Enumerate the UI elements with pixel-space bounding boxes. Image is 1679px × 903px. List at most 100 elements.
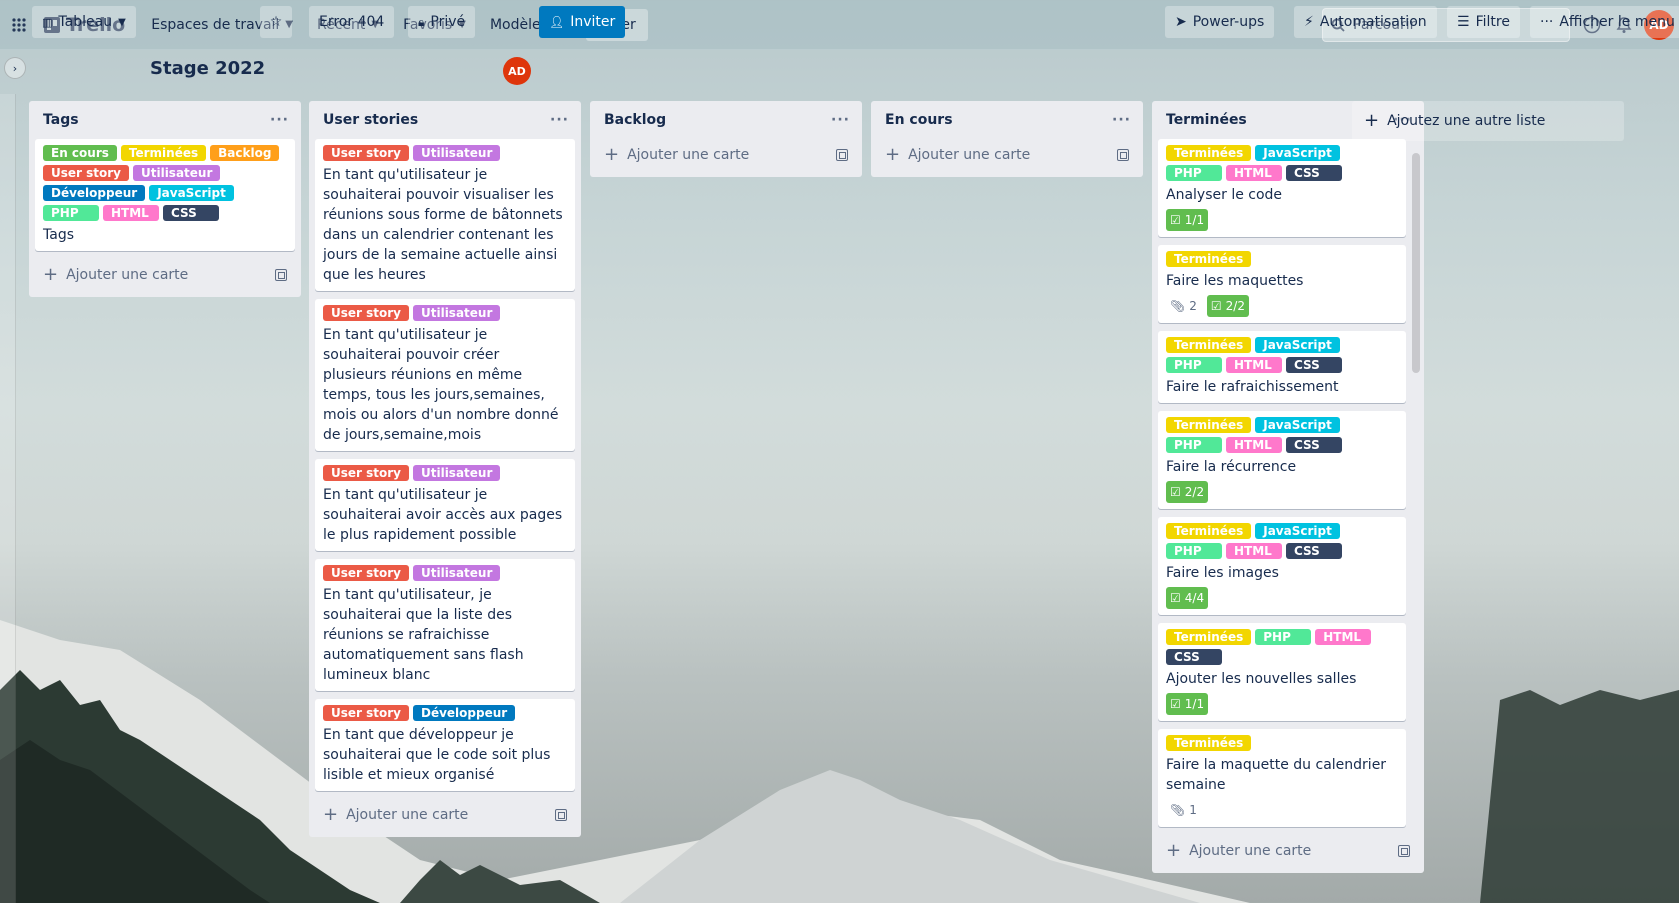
card[interactable]: Terminées Faire la maquette du calendrier… xyxy=(1158,729,1406,827)
list-scrollbar[interactable] xyxy=(1412,153,1420,373)
card-label[interactable]: User story xyxy=(323,465,409,481)
card-template-icon[interactable] xyxy=(275,269,287,281)
card-template-icon[interactable] xyxy=(1117,149,1129,161)
card-label[interactable]: Développeur xyxy=(43,185,146,201)
list-header[interactable]: Tags ··· xyxy=(35,101,295,139)
card[interactable]: Terminées JavaScript PHP HTML CSS Faire le ra… xyxy=(1158,331,1406,403)
list-menu-icon[interactable]: ··· xyxy=(550,112,569,128)
star-icon[interactable]: ☆ xyxy=(260,6,292,38)
list-title[interactable]: Terminées xyxy=(1166,112,1247,128)
add-list-button[interactable]: + Ajoutez une autre liste xyxy=(1352,101,1624,141)
card-label[interactable]: En cours xyxy=(43,145,117,161)
card-label[interactable]: User story xyxy=(323,145,409,161)
add-card-button[interactable]: + Ajouter une carte xyxy=(1158,835,1418,867)
card-label[interactable]: Terminées xyxy=(120,145,207,161)
card-label[interactable]: JavaScript xyxy=(1255,417,1340,433)
card-label[interactable]: Backlog xyxy=(210,145,280,161)
card-label[interactable]: JavaScript xyxy=(1255,145,1340,161)
powerups-button[interactable]: ➤ Power-ups xyxy=(1165,6,1275,38)
show-menu-button[interactable]: ··· Afficher le menu xyxy=(1530,6,1679,38)
list-menu-icon[interactable]: ··· xyxy=(1112,112,1131,128)
card[interactable]: User story Développeur En tant que dévelop… xyxy=(315,699,575,791)
filter-button[interactable]: ☰ Filtre xyxy=(1447,6,1520,38)
card-label[interactable]: CSS xyxy=(1286,357,1342,373)
card-label[interactable]: CSS xyxy=(1286,437,1342,453)
card-label[interactable]: CSS xyxy=(163,205,219,221)
card-label[interactable]: CSS xyxy=(1286,165,1342,181)
card-label[interactable]: PHP xyxy=(1166,165,1222,181)
list-header[interactable]: Backlog ··· xyxy=(596,101,856,139)
card-label[interactable]: User story xyxy=(323,305,409,321)
automation-button[interactable]: ⚡︎ Automatisation xyxy=(1294,6,1437,38)
expand-sidebar-icon[interactable]: › xyxy=(4,57,26,79)
card[interactable]: User story Utilisateur En tant qu'utilisat… xyxy=(315,139,575,291)
card-label[interactable]: PHP xyxy=(1166,543,1222,559)
list-title[interactable]: Backlog xyxy=(604,112,666,128)
card-label[interactable]: PHP xyxy=(43,205,99,221)
card-title: Faire les images xyxy=(1166,565,1279,581)
card-template-icon[interactable] xyxy=(836,149,848,161)
card-label[interactable]: HTML xyxy=(1226,543,1282,559)
card-label[interactable]: HTML xyxy=(103,205,159,221)
card-label[interactable]: Utilisateur xyxy=(412,305,501,321)
card-label[interactable]: User story xyxy=(323,565,409,581)
list-title[interactable]: En cours xyxy=(885,112,953,128)
card-label[interactable]: PHP xyxy=(1255,629,1312,645)
add-card-button[interactable]: + Ajouter une carte xyxy=(877,139,1137,171)
card[interactable]: Terminées PHP HTML CSS Ajouter les nouvelles… xyxy=(1158,623,1406,721)
card-label[interactable]: Terminées xyxy=(1166,337,1252,353)
card-label[interactable]: CSS xyxy=(1166,649,1222,665)
card-label[interactable]: HTML xyxy=(1226,437,1282,453)
member-avatar[interactable]: AD xyxy=(503,57,531,85)
card[interactable]: Terminées JavaScript PHP HTML CSS Analyser le… xyxy=(1158,139,1406,237)
add-card-button[interactable]: + Ajouter une carte xyxy=(596,139,856,171)
card[interactable]: Terminées JavaScript PHP HTML CSS Faire la ré… xyxy=(1158,411,1406,509)
card-label[interactable]: Terminées xyxy=(1166,523,1252,539)
list-header[interactable]: En cours ··· xyxy=(877,101,1137,139)
card-label[interactable]: PHP xyxy=(1166,357,1222,373)
card-label[interactable]: JavaScript xyxy=(149,185,234,201)
list-header[interactable]: User stories ··· xyxy=(315,101,575,139)
card[interactable]: En cours Terminées Backlog User story Utilis… xyxy=(35,139,295,251)
card-label[interactable]: User story xyxy=(43,165,129,181)
add-card-button[interactable]: + Ajouter une carte xyxy=(315,799,575,831)
card-label[interactable]: Terminées xyxy=(1166,417,1252,433)
card-label[interactable]: Utilisateur xyxy=(412,145,501,161)
card-label[interactable]: CSS xyxy=(1286,543,1342,559)
add-card-button[interactable]: + Ajouter une carte xyxy=(35,259,295,291)
filter-icon: ☰ xyxy=(1457,14,1470,30)
visibility-button[interactable]: 🔒︎ Privé xyxy=(408,6,476,38)
invite-button[interactable]: 👤︎ Inviter xyxy=(539,6,626,38)
card-label[interactable]: Utilisateur xyxy=(412,465,501,481)
card-template-icon[interactable] xyxy=(555,809,567,821)
apps-grid-icon[interactable] xyxy=(8,9,30,41)
card-label[interactable]: Terminées xyxy=(1166,735,1252,751)
card-label[interactable]: PHP xyxy=(1166,437,1222,453)
card-label[interactable]: HTML xyxy=(1226,357,1282,373)
list-menu-icon[interactable]: ··· xyxy=(831,112,850,128)
card-label[interactable]: HTML xyxy=(1315,629,1372,645)
card[interactable]: User story Utilisateur En tant qu'utilisat… xyxy=(315,459,575,551)
card[interactable]: Terminées JavaScript PHP HTML CSS Faire les i… xyxy=(1158,517,1406,615)
workspace-button[interactable]: Error 404 xyxy=(309,6,395,38)
card-label[interactable]: JavaScript xyxy=(1255,523,1340,539)
card-label[interactable]: HTML xyxy=(1226,165,1282,181)
card-label[interactable]: Terminées xyxy=(1166,251,1252,267)
card[interactable]: Terminées Faire les maquettes 📎︎ 2 ☑ 2/2 xyxy=(1158,245,1406,323)
board-view-switcher[interactable]: ▥ Tableau ▼ xyxy=(32,6,136,38)
card-label[interactable]: Développeur xyxy=(412,705,516,721)
card-label[interactable]: Terminées xyxy=(1166,145,1252,161)
card-template-icon[interactable] xyxy=(1398,845,1410,857)
attachment-badge: 📎︎ 2 xyxy=(1166,295,1201,317)
card-label[interactable]: Terminées xyxy=(1166,629,1252,645)
card-label[interactable]: JavaScript xyxy=(1255,337,1340,353)
card-label[interactable]: Utilisateur xyxy=(412,565,501,581)
card[interactable]: User story Utilisateur En tant qu'utilisat… xyxy=(315,559,575,691)
list-title[interactable]: Tags xyxy=(43,112,79,128)
list-menu-icon[interactable]: ··· xyxy=(270,112,289,128)
board-title[interactable]: Stage 2022 xyxy=(150,58,265,79)
card-label[interactable]: User story xyxy=(323,705,409,721)
list-title[interactable]: User stories xyxy=(323,112,418,128)
card[interactable]: User story Utilisateur En tant qu'utilisat… xyxy=(315,299,575,451)
card-label[interactable]: Utilisateur xyxy=(132,165,221,181)
